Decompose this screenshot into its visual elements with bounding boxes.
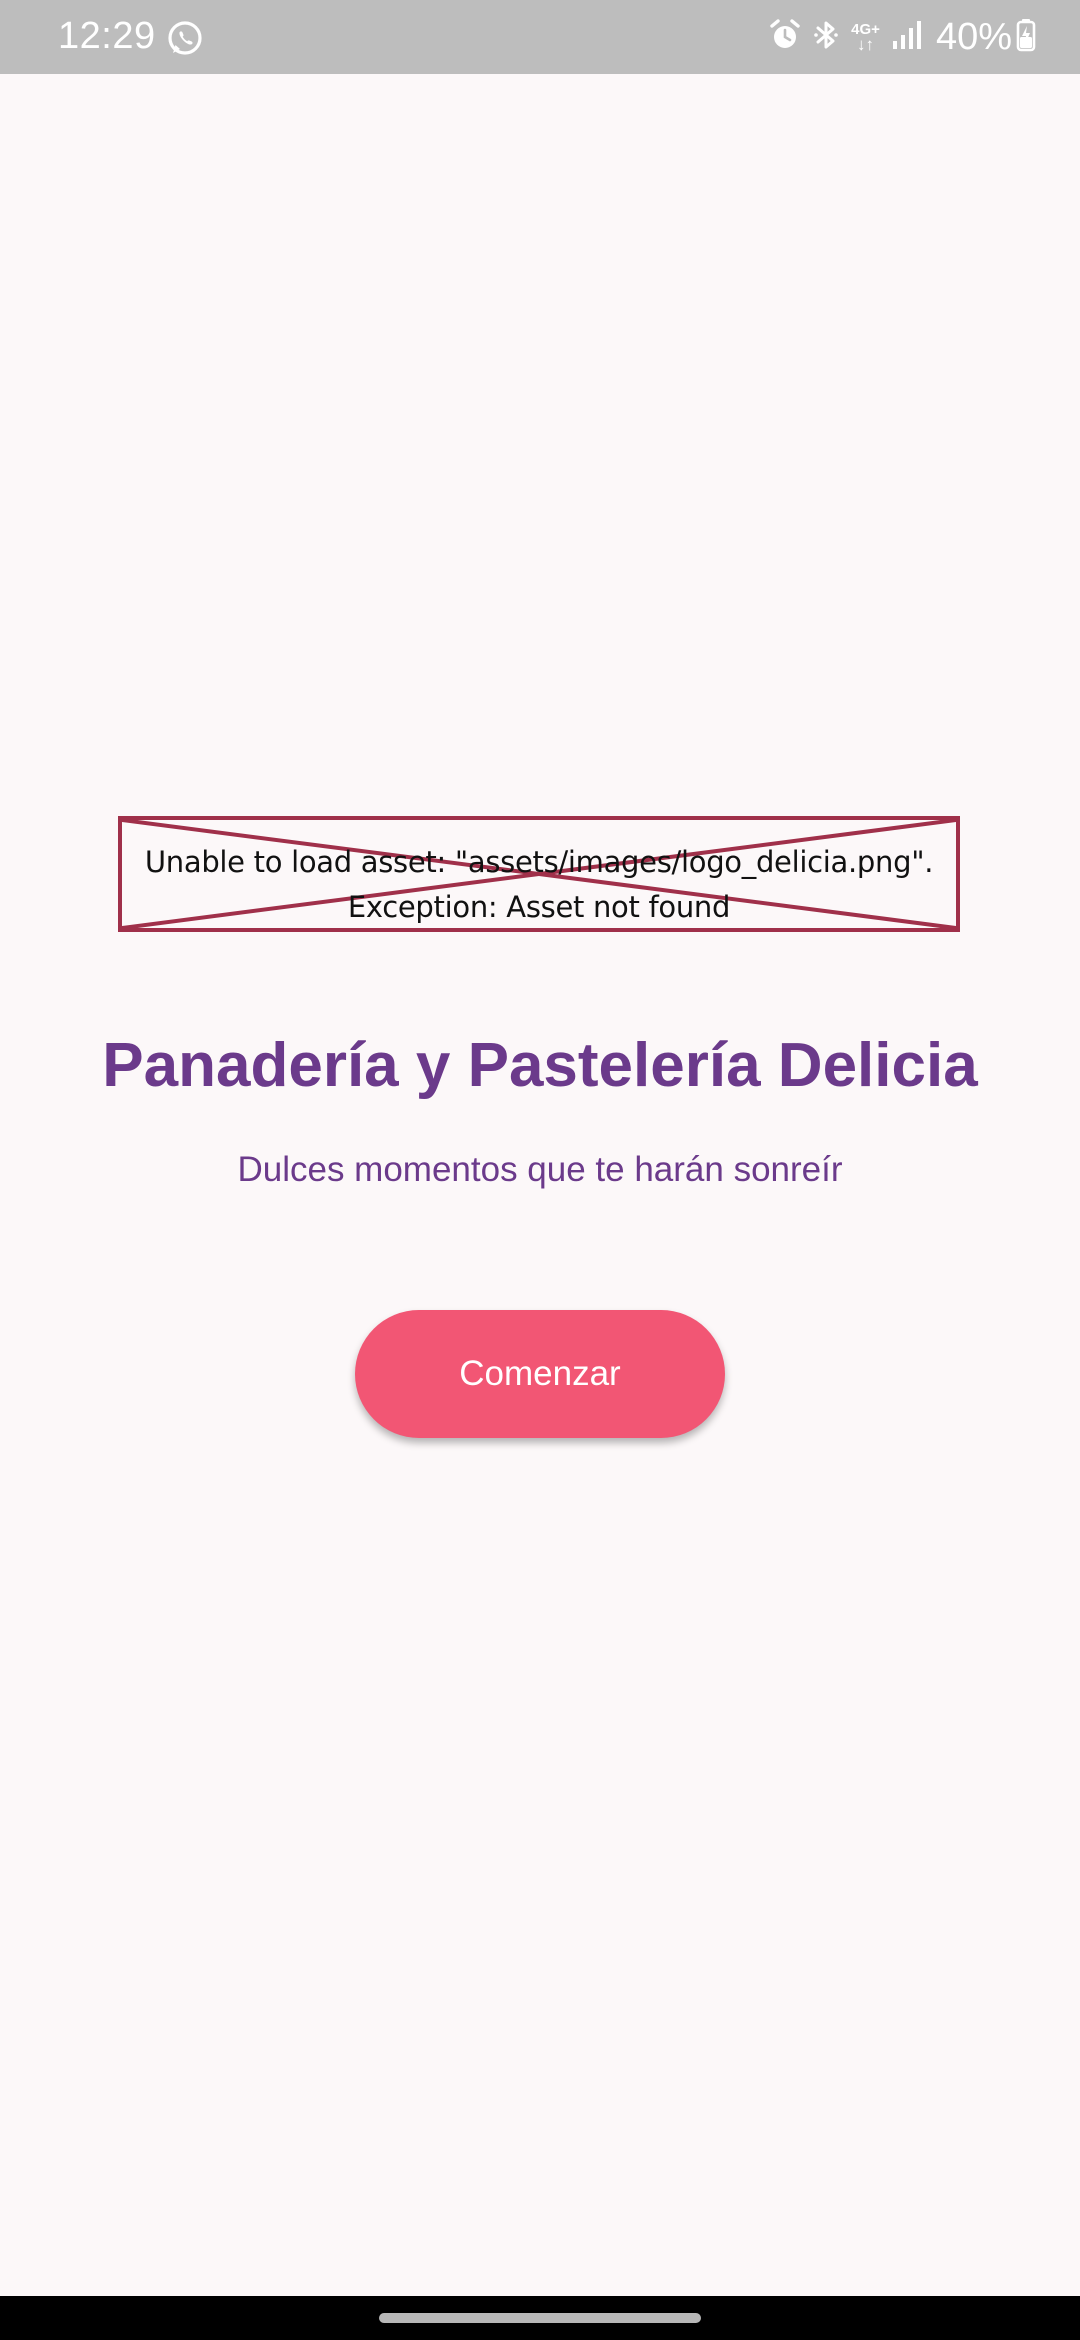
error-line-1: Unable to load asset: "assets/images/log…	[144, 845, 934, 879]
logo-load-error: Unable to load asset: "assets/images/log…	[118, 816, 960, 932]
start-button[interactable]: Comenzar	[355, 1310, 725, 1438]
signal-icon	[892, 20, 922, 55]
network-activity-arrows: ↓↑	[857, 35, 875, 54]
battery-icon	[1016, 18, 1036, 57]
bluetooth-icon	[813, 18, 839, 57]
page-title: Panadería y Pastelería Delicia	[102, 1031, 978, 1100]
alarm-icon	[769, 18, 801, 57]
navigation-bar	[0, 2296, 1080, 2340]
status-time: 12:29	[58, 15, 156, 57]
network-type-icon: 4G+ ↓↑	[851, 22, 880, 54]
whatsapp-icon	[166, 20, 204, 58]
status-bar: 12:29 4G+ ↓↑ 40%	[0, 0, 1080, 74]
error-line-2: Exception: Asset not found	[347, 890, 731, 924]
error-message: Unable to load asset: "assets/images/log…	[122, 840, 956, 930]
page-subtitle: Dulces momentos que te harán sonreír	[237, 1150, 843, 1189]
status-icons: 4G+ ↓↑ 40%	[757, 14, 1036, 60]
battery-percent: 40%	[935, 16, 1012, 58]
home-indicator[interactable]	[379, 2313, 701, 2323]
